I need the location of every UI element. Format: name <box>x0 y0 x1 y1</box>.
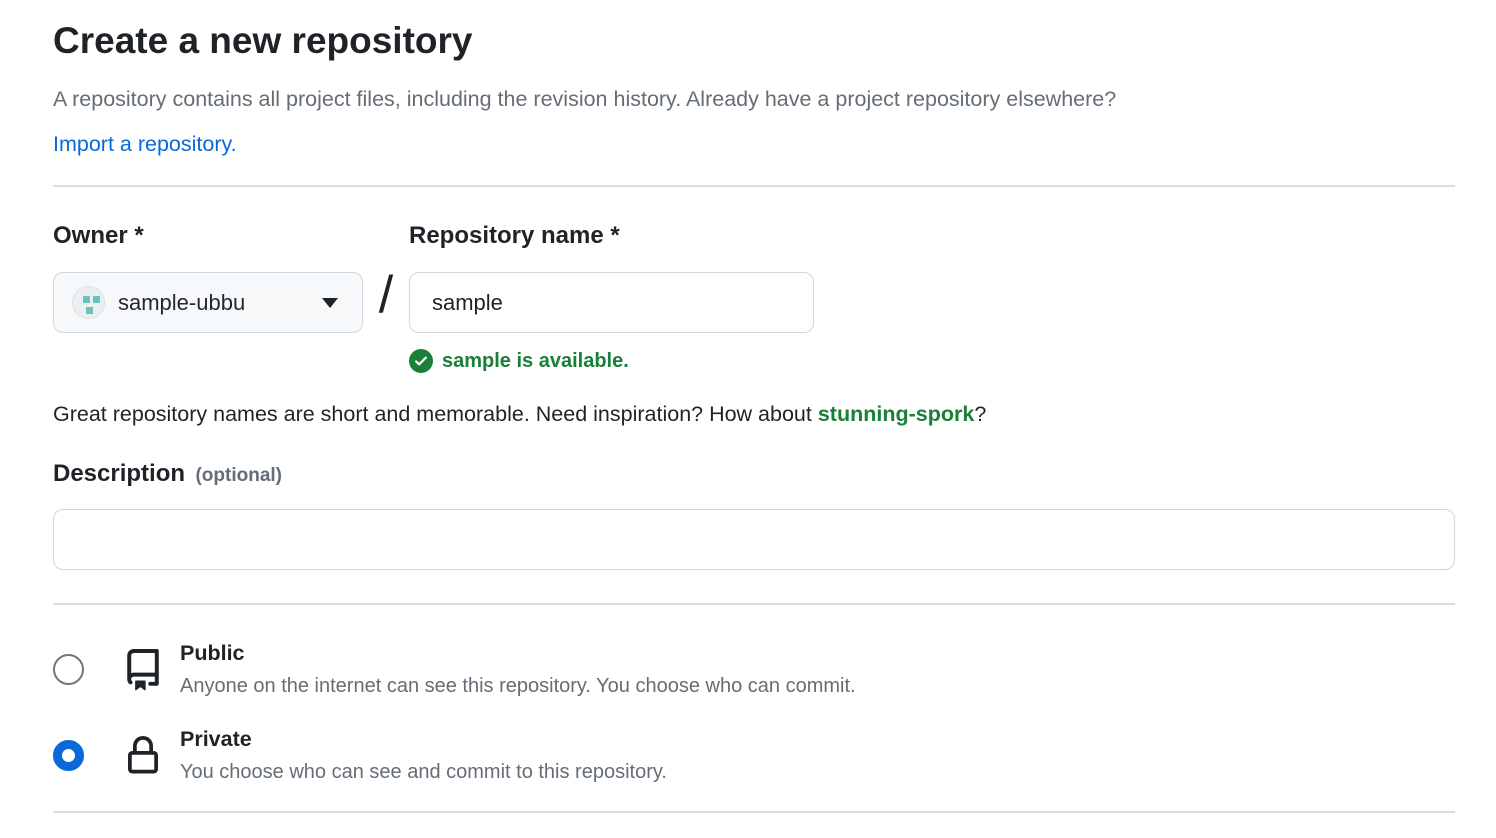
description-input[interactable] <box>53 509 1455 570</box>
public-radio[interactable] <box>53 654 84 685</box>
page-title: Create a new repository <box>53 20 1455 62</box>
availability-message: sample is available. <box>409 349 814 373</box>
repo-book-icon <box>122 649 164 691</box>
subtitle-text: A repository contains all project files,… <box>53 87 1116 111</box>
owner-repo-row: Owner * sample-ubbu / Repository name * … <box>53 223 1455 373</box>
owner-field: Owner * sample-ubbu <box>53 223 363 333</box>
owner-avatar <box>72 286 105 319</box>
lock-icon <box>122 736 164 776</box>
hint-prefix: Great repository names are short and mem… <box>53 402 818 426</box>
availability-text: sample is available. <box>442 350 629 373</box>
description-optional-note: (optional) <box>195 465 282 486</box>
owner-dropdown-button[interactable]: sample-ubbu <box>53 272 363 333</box>
description-label: Description <box>53 460 185 487</box>
owner-name: sample-ubbu <box>118 290 245 316</box>
repository-name-field: Repository name * sample is available. <box>409 223 814 373</box>
private-option-text: Private You choose who can see and commi… <box>180 726 667 785</box>
private-radio[interactable] <box>53 740 84 771</box>
page-subtitle: A repository contains all project files,… <box>53 86 1455 159</box>
public-option-label: Public <box>180 640 856 667</box>
public-option-text: Public Anyone on the internet can see th… <box>180 640 856 699</box>
owner-repo-separator: / <box>363 223 409 324</box>
public-option-description: Anyone on the internet can see this repo… <box>180 674 856 699</box>
repository-name-label: Repository name * <box>409 223 814 249</box>
description-label-row: Description (optional) <box>53 460 1455 488</box>
suggested-name-link[interactable]: stunning-spork <box>818 402 974 426</box>
visibility-bottom-divider <box>53 811 1455 813</box>
description-visibility-divider <box>53 603 1455 605</box>
header-divider <box>53 185 1455 187</box>
visibility-option-private: Private You choose who can see and commi… <box>53 726 1455 785</box>
chevron-down-icon <box>322 298 338 308</box>
hint-suffix: ? <box>974 402 986 426</box>
owner-label: Owner * <box>53 223 363 249</box>
private-option-label: Private <box>180 726 667 753</box>
create-repository-page: Create a new repository A repository con… <box>0 0 1496 813</box>
import-repository-link[interactable]: Import a repository. <box>53 131 1455 159</box>
check-circle-icon <box>409 349 433 373</box>
visibility-option-public: Public Anyone on the internet can see th… <box>53 640 1455 699</box>
repository-name-input[interactable] <box>409 272 814 333</box>
name-suggestion-hint: Great repository names are short and mem… <box>53 402 1455 427</box>
private-option-description: You choose who can see and commit to thi… <box>180 760 667 785</box>
